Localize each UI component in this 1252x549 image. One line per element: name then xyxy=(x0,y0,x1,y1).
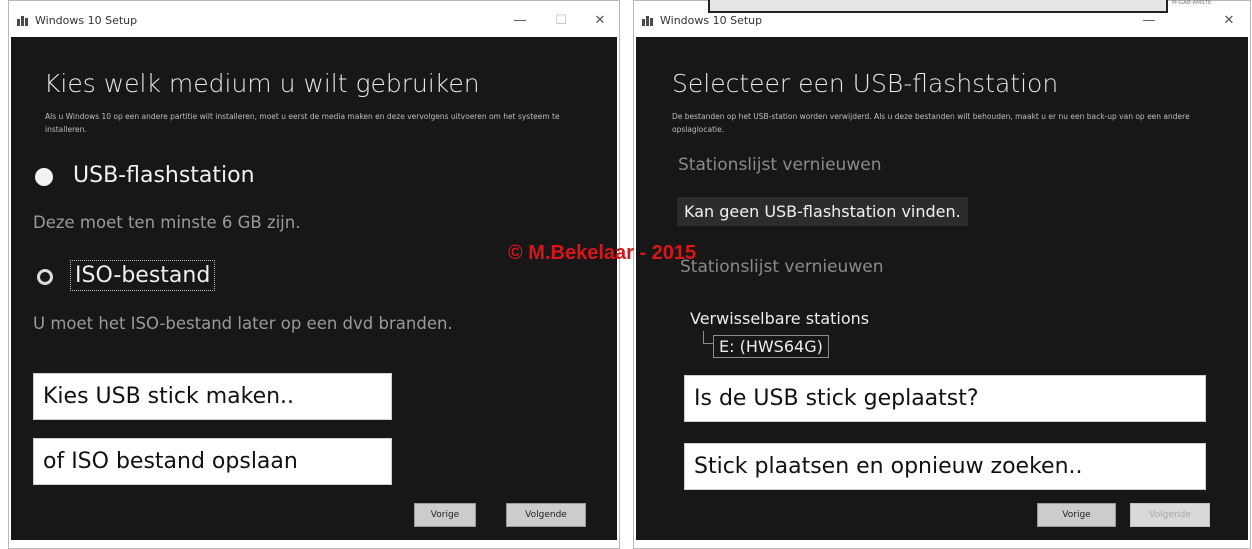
page-title: Kies welk medium u wilt gebruiken xyxy=(44,69,480,98)
next-button-disabled: Volgende xyxy=(1130,503,1210,527)
annotation-callout: Kies USB stick maken.. xyxy=(33,373,392,420)
option-usb-label: USB-flashstation xyxy=(73,163,255,188)
setup-window-usb-select: Windows 10 Setup — ✕ Selecteer een USB-f… xyxy=(633,0,1251,549)
back-button[interactable]: Vorige xyxy=(414,503,476,527)
maximize-button[interactable]: ☐ xyxy=(546,11,576,31)
page-description: Als u Windows 10 op een andere partitie … xyxy=(45,112,560,134)
removable-drives-header: Verwisselbare stations xyxy=(690,309,870,328)
refresh-drive-list-link[interactable]: Stationslijst vernieuwen xyxy=(680,257,883,277)
drive-item-e[interactable]: E: (HWS64G) xyxy=(713,335,829,358)
option-usb-note: Deze moet ten minste 6 GB zijn. xyxy=(33,213,301,232)
no-usb-found-message: Kan geen USB-flashstation vinden. xyxy=(677,197,968,226)
radio-unselected-icon[interactable] xyxy=(37,269,53,285)
option-iso-label: ISO-bestand xyxy=(69,260,216,291)
annotation-callout: Is de USB stick geplaatst? xyxy=(684,375,1206,422)
close-button[interactable]: ✕ xyxy=(1214,11,1244,31)
page-title: Selecteer een USB-flashstation xyxy=(672,69,1059,98)
radio-selected-icon[interactable] xyxy=(35,168,53,186)
refresh-drive-list-link[interactable]: Stationslijst vernieuwen xyxy=(678,155,881,175)
option-usb-flash[interactable]: USB-flashstation xyxy=(35,159,335,195)
back-button[interactable]: Vorige xyxy=(1037,503,1116,527)
page-description: De bestanden op het USB-station worden v… xyxy=(672,112,1190,134)
setup-window-media-choice: Windows 10 Setup — ☐ ✕ Kies welk medium … xyxy=(8,0,620,549)
annotation-callout: Stick plaatsen en opnieuw zoeken.. xyxy=(684,443,1206,490)
minimize-button[interactable]: — xyxy=(1134,11,1164,31)
option-iso-note: U moet het ISO-bestand later op een dvd … xyxy=(33,314,453,333)
next-button[interactable]: Volgende xyxy=(506,503,586,527)
window-title: Windows 10 Setup xyxy=(35,14,138,27)
cropped-image-strip xyxy=(708,0,1168,13)
windows-setup-icon xyxy=(17,16,29,26)
tree-connector xyxy=(703,331,713,344)
setup-content: Kies welk medium u wilt gebruiken Als u … xyxy=(11,37,617,540)
title-bar[interactable]: Windows 10 Setup — ☐ ✕ xyxy=(9,7,619,35)
close-button[interactable]: ✕ xyxy=(585,11,615,31)
copyright-watermark: © M.Bekelaar - 2015 xyxy=(508,242,697,264)
minimize-button[interactable]: — xyxy=(505,11,535,31)
setup-content: Selecteer een USB-flashstation De bestan… xyxy=(636,37,1248,540)
annotation-callout: of ISO bestand opslaan xyxy=(33,438,392,485)
option-iso-file[interactable]: ISO-bestand xyxy=(35,259,335,295)
windows-setup-icon xyxy=(642,16,654,26)
cropped-corner-text: M-GAB AMSTE xyxy=(1172,0,1212,6)
window-title: Windows 10 Setup xyxy=(660,14,763,27)
